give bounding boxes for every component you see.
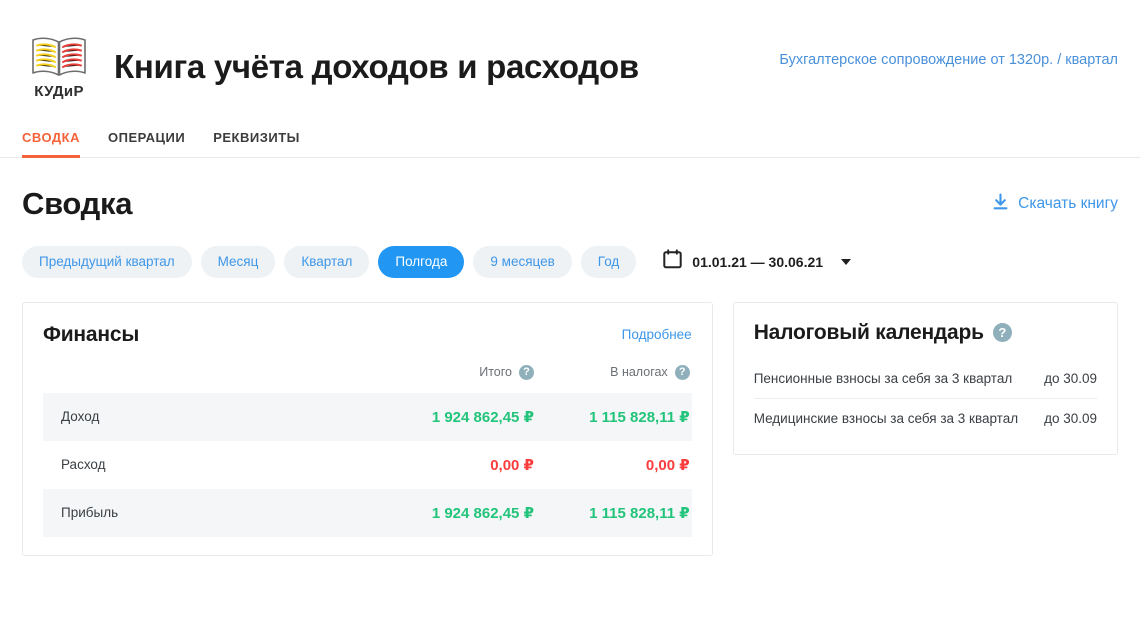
finance-row-income-total: 1 924 862,45 ₽ <box>380 392 536 441</box>
app-header: КУДиР Книга учёта доходов и расходов Бух… <box>0 0 1140 116</box>
tax-calendar-item-medical-due: до 30.09 <box>1044 410 1097 426</box>
main-tabs: СВОДКА ОПЕРАЦИИ РЕКВИЗИТЫ <box>0 116 1140 158</box>
finance-row-profit-taxes: 1 115 828,11 ₽ <box>536 488 692 537</box>
finance-details-link[interactable]: Подробнее <box>622 327 692 342</box>
finance-card: Финансы Подробнее Итого ? В налогах ? До… <box>22 301 713 556</box>
help-icon-taxes[interactable]: ? <box>674 364 690 380</box>
date-range-picker[interactable]: 01.01.21 — 30.06.21 <box>663 249 852 274</box>
finance-row-income-taxes: 1 115 828,11 ₽ <box>536 392 692 441</box>
download-icon <box>992 192 1009 216</box>
finance-col-name <box>43 365 380 393</box>
page-title: Сводка <box>22 186 133 221</box>
download-book-button[interactable]: Скачать книгу <box>992 192 1118 216</box>
tab-rekvizity[interactable]: РЕКВИЗИТЫ <box>213 130 300 157</box>
finance-row-profit-total: 1 924 862,45 ₽ <box>380 488 536 537</box>
table-row: Прибыль 1 924 862,45 ₽ 1 115 828,11 ₽ <box>43 488 692 537</box>
app-logo[interactable]: КУДиР <box>22 34 96 100</box>
finance-col-total-label: Итого <box>479 365 512 379</box>
dashboard-cards: Финансы Подробнее Итого ? В налогах ? До… <box>22 301 1118 556</box>
finance-col-taxes-label: В налогах <box>610 365 668 379</box>
finance-card-header: Финансы Подробнее <box>43 323 692 347</box>
chevron-down-icon <box>841 258 852 265</box>
table-row: Доход 1 924 862,45 ₽ 1 115 828,11 ₽ <box>43 392 692 441</box>
finance-row-expense-label: Расход <box>61 457 106 472</box>
finance-table: Итого ? В налогах ? Доход 1 924 862,45 ₽… <box>43 364 692 537</box>
download-book-label: Скачать книгу <box>1018 195 1118 212</box>
finance-row-income-label: Доход <box>43 392 381 441</box>
finance-row-profit-label: Прибыль <box>43 488 381 537</box>
tax-calendar-item-pension-due: до 30.09 <box>1044 370 1097 386</box>
logo-caption: КУДиР <box>34 83 84 100</box>
tab-operacii[interactable]: ОПЕРАЦИИ <box>108 130 185 157</box>
help-icon-total[interactable]: ? <box>519 364 534 380</box>
finance-col-total: Итого ? <box>380 364 536 393</box>
chip-previous-quarter[interactable]: Предыдущий квартал <box>22 246 192 278</box>
finance-col-taxes: В налогах ? <box>536 364 692 393</box>
chip-half-year[interactable]: Полгода <box>378 246 465 278</box>
tax-calendar-list: Пенсионные взносы за себя за 3 квартал д… <box>753 359 1097 438</box>
calendar-icon <box>663 249 682 274</box>
accounting-promo-link[interactable]: Бухгалтерское сопровождение от 1320р. / … <box>779 52 1118 82</box>
tab-svodka[interactable]: СВОДКА <box>22 130 80 158</box>
finance-row-expense-taxes: 0,00 ₽ <box>645 456 690 474</box>
chip-nine-months[interactable]: 9 месяцев <box>473 246 572 278</box>
tax-calendar-item-pension-label: Пенсионные взносы за себя за 3 квартал <box>753 370 1013 386</box>
chip-quarter[interactable]: Квартал <box>284 246 370 278</box>
tax-calendar-card: Налоговый календарь ? Пенсионные взносы … <box>732 301 1118 455</box>
finance-row-expense-total: 0,00 ₽ <box>490 456 534 474</box>
chip-month[interactable]: Месяц <box>200 246 276 278</box>
chip-year[interactable]: Год <box>580 246 637 278</box>
tax-calendar-title: Налоговый календарь <box>753 320 984 344</box>
tax-calendar-item-medical-label: Медицинские взносы за себя за 3 квартал <box>753 410 1019 426</box>
table-row: Расход 0,00 ₽ 0,00 ₽ <box>43 441 692 489</box>
page-header-row: Сводка Скачать книгу <box>22 186 1118 222</box>
page-content: Сводка Скачать книгу Предыдущий квартал … <box>0 186 1140 556</box>
finance-table-header-row: Итого ? В налогах ? <box>43 364 692 393</box>
finance-card-title: Финансы <box>43 322 140 346</box>
app-title: Книга учёта доходов и расходов <box>114 48 639 85</box>
period-filter-row: Предыдущий квартал Месяц Квартал Полгода… <box>22 246 1118 278</box>
list-item: Пенсионные взносы за себя за 3 квартал д… <box>754 359 1097 398</box>
date-range-value: 01.01.21 — 30.06.21 <box>692 253 824 270</box>
open-book-icon <box>29 34 89 80</box>
list-item: Медицинские взносы за себя за 3 квартал … <box>753 397 1097 438</box>
tax-calendar-header: Налоговый календарь ? <box>754 321 1097 345</box>
help-icon-tax-calendar[interactable]: ? <box>992 323 1012 342</box>
